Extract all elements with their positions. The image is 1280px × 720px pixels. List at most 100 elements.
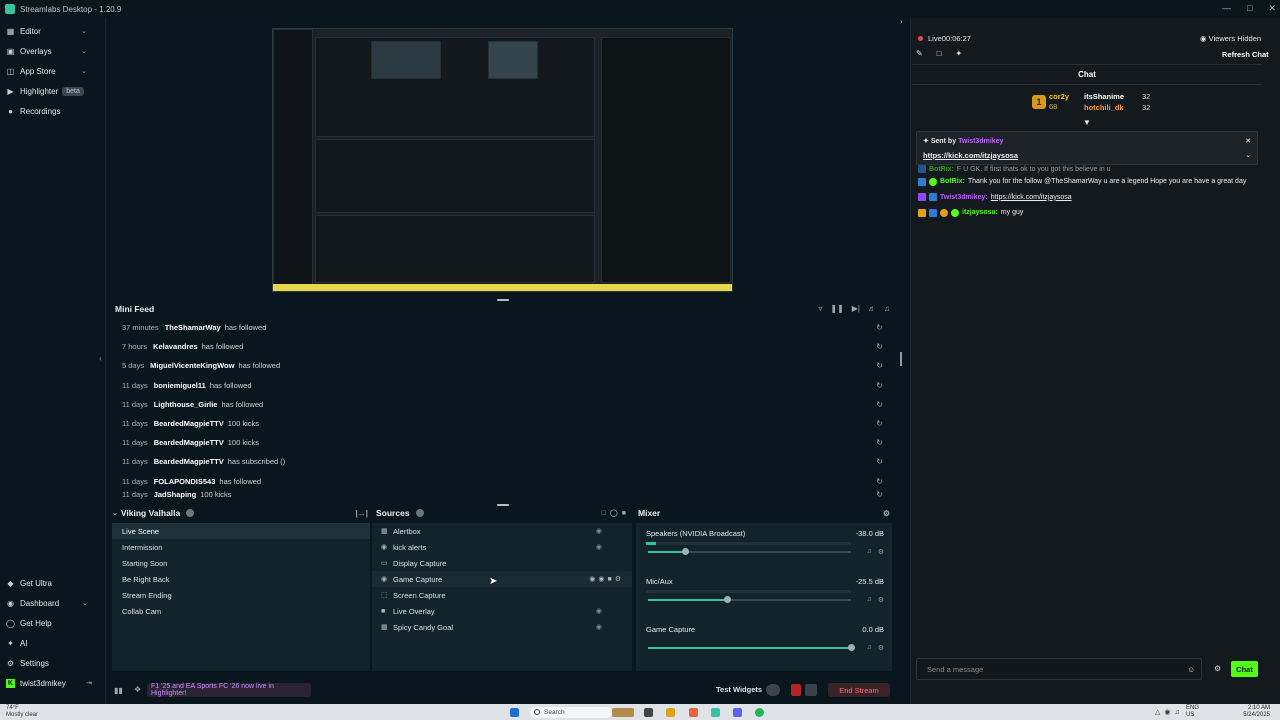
chat-input[interactable]: Send a message ☺ bbox=[916, 658, 1202, 680]
nav-item-recordings[interactable]: ● Recordings bbox=[0, 101, 105, 121]
mixer-settings-icon[interactable]: ⚙ bbox=[883, 509, 890, 518]
scene-collection-title[interactable]: Viking Valhalla bbox=[121, 508, 180, 518]
nav-item-overlays[interactable]: ▣ Overlays ⌄ bbox=[0, 41, 105, 61]
collapse-right-icon[interactable]: › bbox=[900, 17, 903, 26]
chat-user[interactable]: BotRix: bbox=[929, 166, 954, 173]
volume-slider[interactable] bbox=[648, 548, 851, 555]
taskbar-search[interactable]: Search bbox=[530, 707, 612, 718]
maximize-icon[interactable]: □ bbox=[1247, 3, 1252, 14]
unpin-icon[interactable]: ✕ bbox=[1245, 137, 1251, 145]
nav-item-account[interactable]: Ktwist3dmikey ⇥ bbox=[0, 673, 106, 693]
scene-item[interactable]: Intermission bbox=[112, 539, 370, 555]
filter-icon[interactable]: ▿ bbox=[818, 304, 822, 313]
source-item[interactable]: ▦ Spicy Candy Goal ◉ bbox=[372, 619, 632, 635]
minimize-icon[interactable]: — bbox=[1222, 3, 1231, 14]
scene-item[interactable]: Be Right Back bbox=[112, 571, 370, 587]
panel-resize-handle[interactable] bbox=[900, 352, 902, 366]
chevron-down-icon[interactable]: ⌄ bbox=[81, 67, 87, 75]
chat-settings-icon[interactable]: ⚙ bbox=[1214, 664, 1221, 673]
source-item[interactable]: ◉ Game Capture ◉◉■⚙ bbox=[372, 571, 632, 587]
chevron-down-icon[interactable]: ⌄ bbox=[81, 27, 87, 35]
replay-icon[interactable]: ↻ bbox=[876, 491, 883, 499]
nav-item-ai[interactable]: ✦ AI bbox=[0, 633, 106, 653]
test-widgets-label[interactable]: Test Widgets bbox=[716, 685, 762, 694]
source-item[interactable]: ▭ Display Capture bbox=[372, 555, 632, 571]
chevron-down-icon[interactable]: ⌄ bbox=[82, 599, 88, 607]
notification-icon[interactable]: ❖ bbox=[134, 685, 141, 694]
chevron-down-icon[interactable]: ⌄ bbox=[1245, 151, 1251, 159]
chat-user[interactable]: BotRix: bbox=[940, 178, 965, 185]
chevron-down-icon[interactable]: ⌄ bbox=[81, 47, 87, 55]
nav-item-editor[interactable]: ▦ Editor ⌄ bbox=[0, 21, 105, 41]
volume-knob[interactable] bbox=[848, 644, 855, 651]
add-source-icon[interactable] bbox=[415, 509, 424, 517]
task-view-icon[interactable] bbox=[644, 708, 653, 717]
volume-slider[interactable] bbox=[648, 596, 851, 603]
replay-icon[interactable]: ↻ bbox=[876, 323, 883, 332]
channel-settings-icon[interactable]: ⚙ bbox=[878, 596, 884, 604]
scene-transitions-icon[interactable]: |↔| bbox=[356, 509, 368, 518]
scene-item[interactable]: Stream Ending bbox=[112, 587, 370, 603]
chat-user[interactable]: Twist3dmikey: bbox=[940, 194, 988, 201]
volume-slider[interactable] bbox=[648, 644, 855, 651]
volume-knob[interactable] bbox=[724, 596, 732, 603]
news-icon[interactable] bbox=[612, 708, 634, 717]
mute-alerts-icon[interactable]: ♬ bbox=[868, 304, 876, 313]
chat-link[interactable]: https://kick.com/itzjaysosa bbox=[991, 194, 1072, 201]
emoji-icon[interactable]: ☺ bbox=[1187, 665, 1195, 674]
source-item[interactable]: ◉ kick alerts ◉ bbox=[372, 539, 632, 555]
add-scene-icon[interactable] bbox=[186, 509, 195, 517]
visibility-icon[interactable]: ◉ bbox=[596, 527, 602, 535]
mute-icon[interactable]: ♫ bbox=[866, 548, 871, 556]
edit-icon[interactable]: ✎ bbox=[916, 49, 923, 58]
scene-item[interactable]: Collab Cam bbox=[112, 603, 370, 619]
visibility-icon[interactable]: ◉ bbox=[596, 543, 602, 551]
replay-buffer-icon[interactable] bbox=[805, 684, 817, 696]
firefox-icon[interactable] bbox=[689, 708, 698, 717]
highlighter-banner[interactable]: F1 '25 and EA Sports FC '26 now live in … bbox=[147, 683, 311, 697]
source-item[interactable]: ■ Live Overlay ◉ bbox=[372, 603, 632, 619]
close-icon[interactable]: ✕ bbox=[1268, 3, 1276, 14]
replay-icon[interactable]: ↻ bbox=[876, 477, 883, 486]
source-tools-icon[interactable]: □◯■ bbox=[602, 509, 630, 517]
language-indicator[interactable]: ENG US bbox=[1186, 705, 1199, 719]
replay-icon[interactable]: ↻ bbox=[876, 400, 883, 409]
source-item[interactable]: ⬚ Screen Capture bbox=[372, 587, 632, 603]
replay-icon[interactable]: ↻ bbox=[876, 457, 883, 466]
nav-item-get-ultra[interactable]: ◆ Get Ultra bbox=[0, 573, 106, 593]
pinned-link[interactable]: https://kick.com/itzjaysosa bbox=[923, 151, 1018, 160]
visibility-icon[interactable]: ◉ bbox=[596, 623, 602, 631]
nav-item-settings[interactable]: ⚙ Settings bbox=[0, 653, 106, 673]
mute-icon[interactable]: ♫ bbox=[866, 596, 871, 604]
start-icon[interactable] bbox=[510, 708, 519, 717]
viewers-toggle[interactable]: ◉ Viewers Hidden bbox=[1200, 34, 1261, 43]
mute-icon[interactable]: ♫ bbox=[866, 644, 871, 652]
visibility-icon[interactable]: ◉ bbox=[596, 607, 602, 615]
nav-item-get-help[interactable]: ◯ Get Help bbox=[0, 613, 106, 633]
taskbar-clock[interactable]: 2:10 AM 5/24/2025 bbox=[1243, 705, 1270, 719]
skip-icon[interactable]: ▶| bbox=[852, 304, 860, 313]
toggle-icon[interactable] bbox=[766, 684, 780, 696]
file-explorer-icon[interactable] bbox=[666, 708, 675, 717]
replay-icon[interactable]: ↻ bbox=[876, 438, 883, 447]
chat-user[interactable]: itzjaysosa: bbox=[962, 209, 998, 216]
nav-item-app-store[interactable]: ◫ App Store ⌄ bbox=[0, 61, 105, 81]
volume-knob[interactable] bbox=[681, 548, 689, 555]
replay-icon[interactable]: ↻ bbox=[876, 419, 883, 428]
refresh-chat-button[interactable]: Refresh Chat bbox=[1222, 50, 1269, 59]
discord-icon[interactable] bbox=[733, 708, 742, 717]
spotify-icon[interactable] bbox=[755, 708, 764, 717]
collapse-left-icon[interactable]: ‹ bbox=[99, 354, 102, 363]
channel-settings-icon[interactable]: ⚙ bbox=[878, 548, 884, 556]
collapse-icon[interactable]: ⌄ bbox=[112, 509, 118, 517]
logout-icon[interactable]: ⇥ bbox=[86, 679, 92, 687]
tray-icons[interactable]: △◉♫ bbox=[1155, 708, 1184, 716]
replay-icon[interactable]: ↻ bbox=[876, 381, 883, 390]
channel-settings-icon[interactable]: ⚙ bbox=[878, 644, 884, 652]
pause-icon[interactable]: ❚❚ bbox=[830, 304, 843, 313]
performance-icon[interactable]: ▮▮ bbox=[114, 686, 123, 695]
replay-icon[interactable]: ↻ bbox=[876, 342, 883, 351]
stream-preview[interactable] bbox=[272, 28, 733, 292]
weather-widget[interactable]: 74°F Mostly clear bbox=[6, 705, 38, 719]
popout-icon[interactable]: □ bbox=[937, 49, 942, 58]
